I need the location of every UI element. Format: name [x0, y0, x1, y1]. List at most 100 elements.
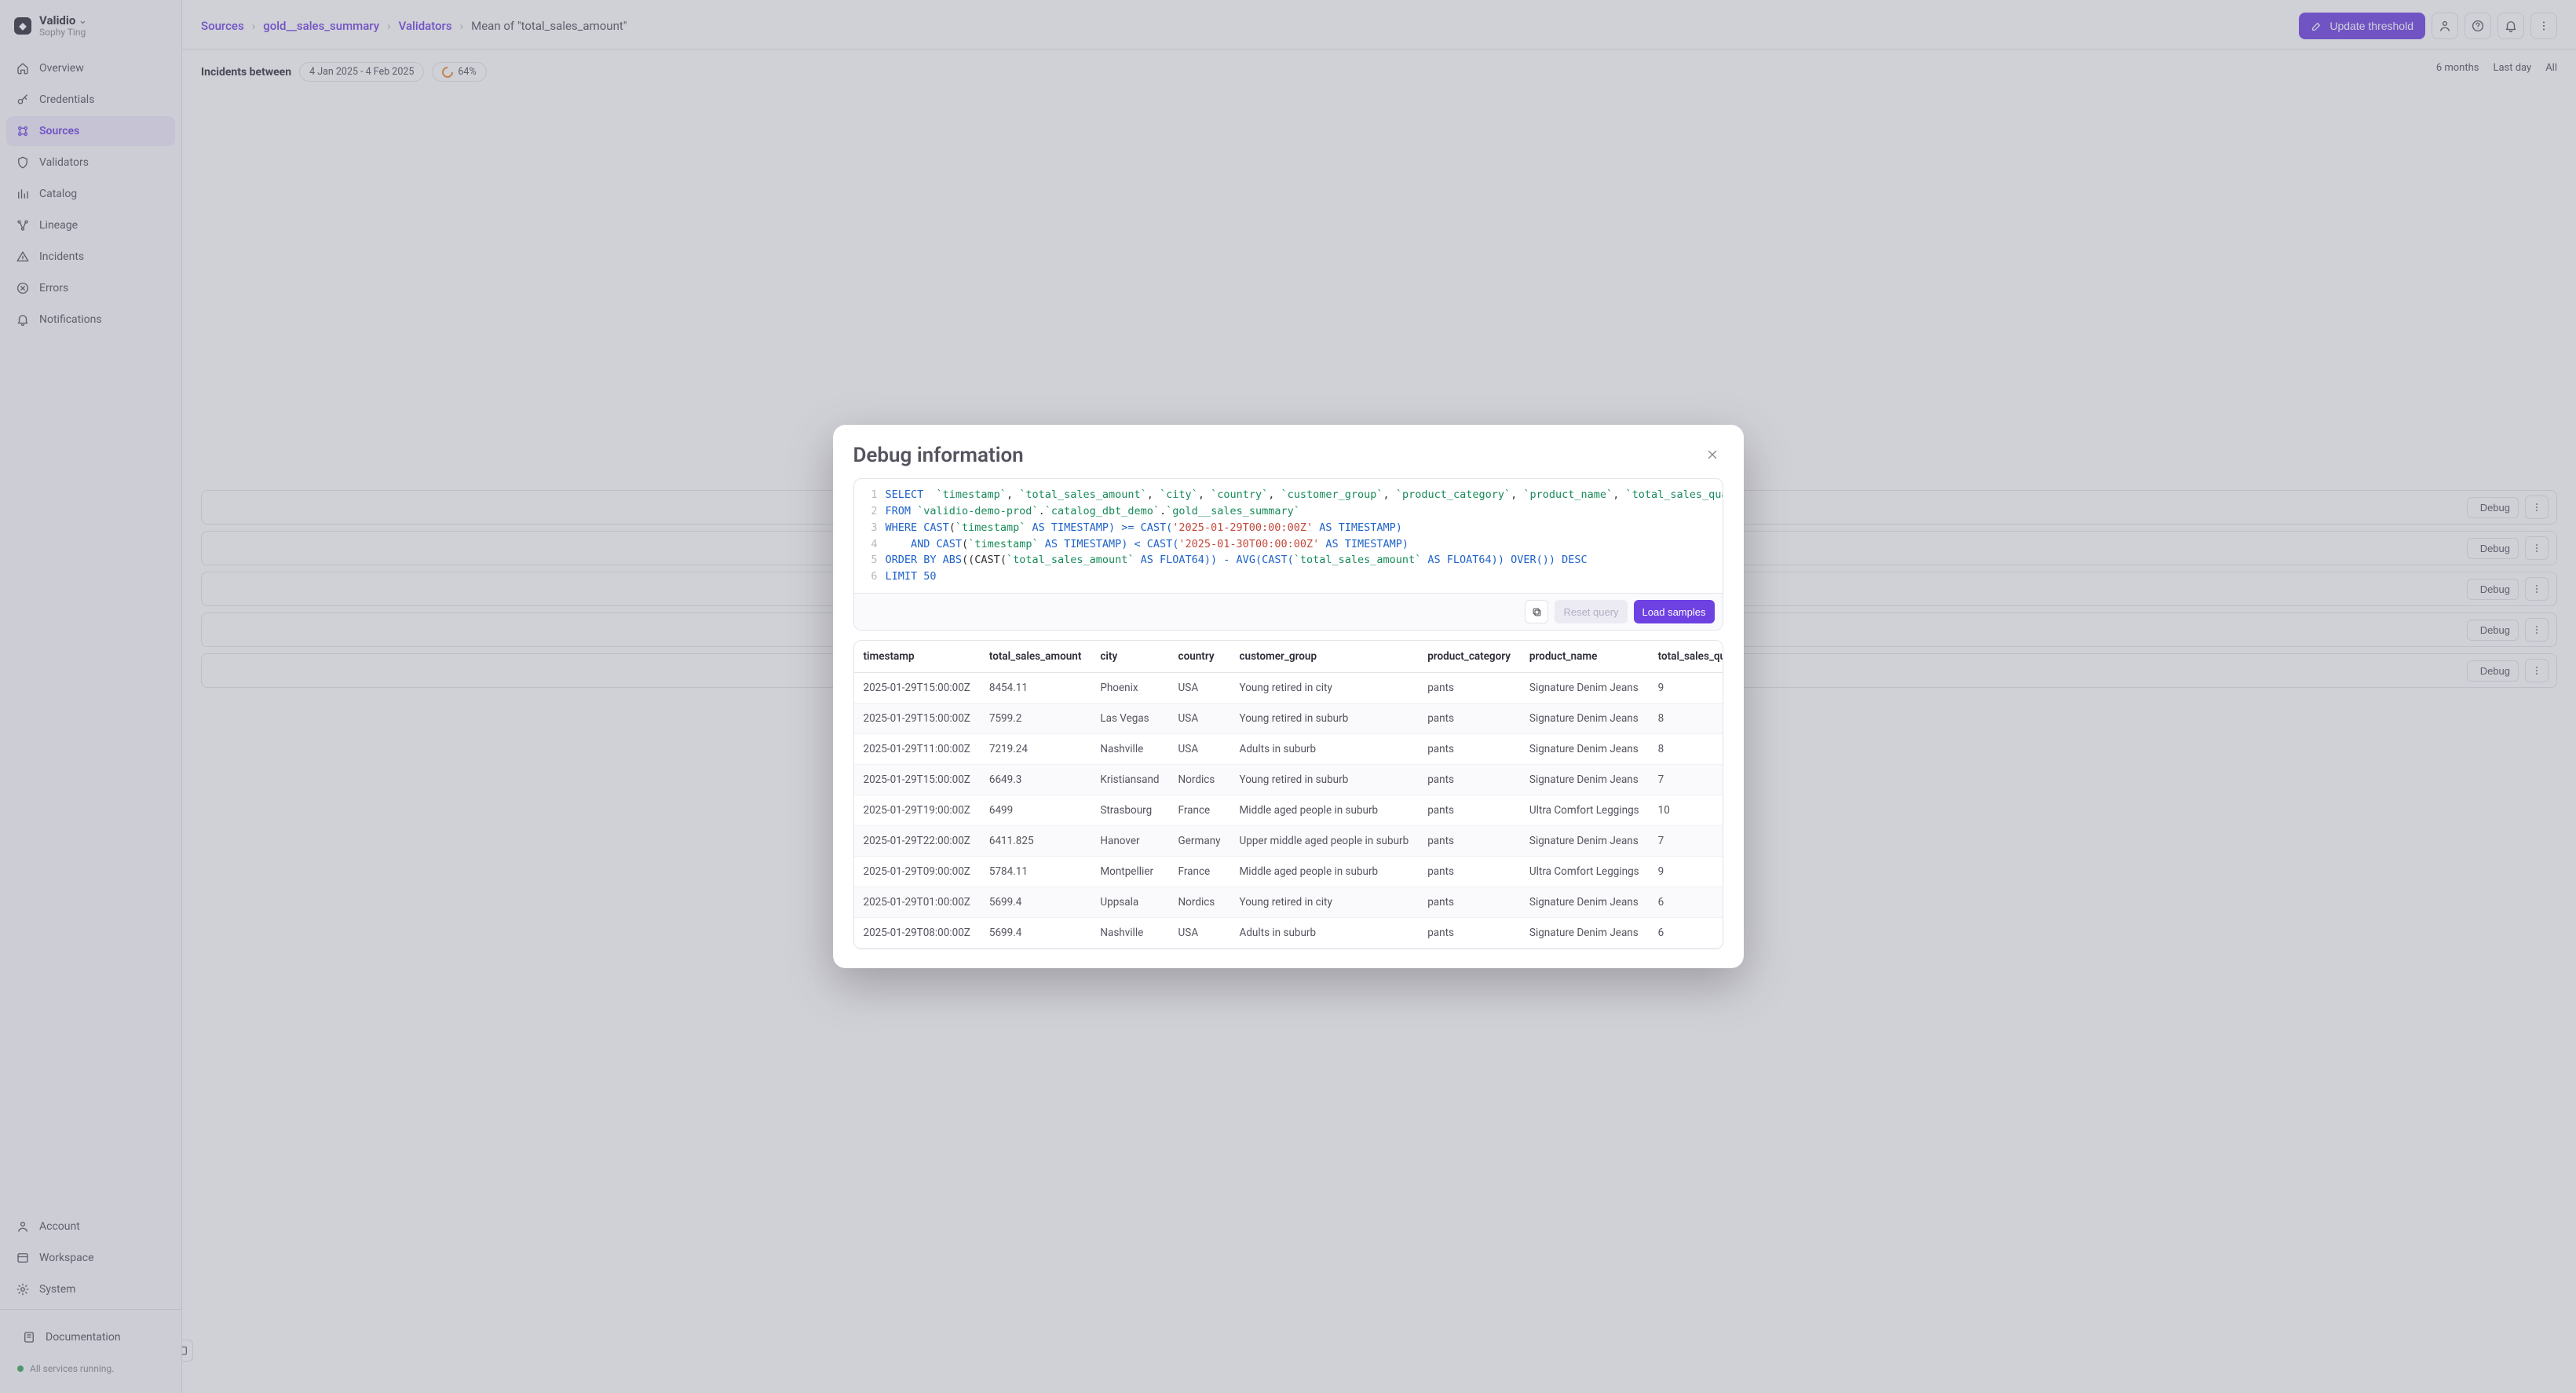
table-cell: 7599.2: [980, 704, 1091, 734]
table-cell: 2025-01-29T15:00:00Z: [854, 673, 980, 704]
table-cell: 2025-01-29T15:00:00Z: [854, 704, 980, 734]
table-cell: 2025-01-29T11:00:00Z: [854, 734, 980, 765]
load-samples-button[interactable]: Load samples: [1634, 600, 1715, 623]
close-button[interactable]: [1701, 444, 1723, 466]
table-cell: Young retired in city: [1230, 887, 1419, 918]
reset-query-button: Reset query: [1555, 600, 1627, 623]
column-header[interactable]: product_category: [1418, 641, 1520, 673]
table-cell: 2025-01-29T15:00:00Z: [854, 765, 980, 795]
table-cell: USA: [1169, 704, 1230, 734]
table-cell: 9: [1649, 857, 1723, 887]
table-cell: Signature Denim Jeans: [1520, 734, 1649, 765]
table-cell: Young retired in suburb: [1230, 765, 1419, 795]
table-cell: 6649.3: [980, 765, 1091, 795]
samples-table: timestamptotal_sales_amountcitycountrycu…: [854, 641, 1723, 949]
table-cell: Young retired in suburb: [1230, 704, 1419, 734]
table-cell: 7219.24: [980, 734, 1091, 765]
table-row[interactable]: 2025-01-29T11:00:00Z7219.24NashvilleUSAA…: [854, 734, 1723, 765]
table-cell: pants: [1418, 734, 1520, 765]
table-cell: Signature Denim Jeans: [1520, 887, 1649, 918]
sql-editor[interactable]: 1SELECT `timestamp`, `total_sales_amount…: [853, 478, 1723, 631]
table-cell: pants: [1418, 918, 1520, 949]
table-cell: pants: [1418, 826, 1520, 857]
table-cell: 6: [1649, 918, 1723, 949]
table-cell: USA: [1169, 734, 1230, 765]
table-row[interactable]: 2025-01-29T15:00:00Z6649.3KristiansandNo…: [854, 765, 1723, 795]
column-header[interactable]: total_sales_amount: [980, 641, 1091, 673]
table-row[interactable]: 2025-01-29T15:00:00Z7599.2Las VegasUSAYo…: [854, 704, 1723, 734]
table-cell: Upper middle aged people in suburb: [1230, 826, 1419, 857]
table-cell: pants: [1418, 673, 1520, 704]
table-cell: 8454.11: [980, 673, 1091, 704]
table-cell: Signature Denim Jeans: [1520, 826, 1649, 857]
table-cell: 8: [1649, 704, 1723, 734]
table-cell: Middle aged people in suburb: [1230, 857, 1419, 887]
table-cell: pants: [1418, 887, 1520, 918]
table-cell: Montpellier: [1091, 857, 1168, 887]
table-cell: France: [1169, 795, 1230, 826]
table-cell: Adults in suburb: [1230, 918, 1419, 949]
modal-title: Debug information: [853, 444, 1024, 467]
table-cell: Nashville: [1091, 734, 1168, 765]
table-cell: Signature Denim Jeans: [1520, 704, 1649, 734]
debug-modal: Debug information 1SELECT `timestamp`, `…: [833, 425, 1744, 969]
table-cell: 7: [1649, 765, 1723, 795]
table-cell: Adults in suburb: [1230, 734, 1419, 765]
table-cell: USA: [1169, 918, 1230, 949]
column-header[interactable]: total_sales_quantity: [1649, 641, 1723, 673]
sql-content: 1SELECT `timestamp`, `total_sales_amount…: [854, 479, 1723, 594]
table-cell: Germany: [1169, 826, 1230, 857]
table-cell: 2025-01-29T19:00:00Z: [854, 795, 980, 826]
table-cell: 8: [1649, 734, 1723, 765]
table-cell: 5699.4: [980, 918, 1091, 949]
table-cell: pants: [1418, 857, 1520, 887]
table-cell: Nordics: [1169, 887, 1230, 918]
table-cell: pants: [1418, 795, 1520, 826]
table-cell: 6411.825: [980, 826, 1091, 857]
table-cell: 5699.4: [980, 887, 1091, 918]
table-cell: pants: [1418, 704, 1520, 734]
column-header[interactable]: product_name: [1520, 641, 1649, 673]
table-cell: 5784.11: [980, 857, 1091, 887]
table-cell: USA: [1169, 673, 1230, 704]
table-cell: Ultra Comfort Leggings: [1520, 795, 1649, 826]
table-cell: Las Vegas: [1091, 704, 1168, 734]
table-cell: 2025-01-29T22:00:00Z: [854, 826, 980, 857]
table-cell: 2025-01-29T09:00:00Z: [854, 857, 980, 887]
table-cell: 6: [1649, 887, 1723, 918]
table-row[interactable]: 2025-01-29T15:00:00Z8454.11PhoenixUSAYou…: [854, 673, 1723, 704]
table-cell: 6499: [980, 795, 1091, 826]
table-cell: 2025-01-29T01:00:00Z: [854, 887, 980, 918]
table-cell: 2025-01-29T08:00:00Z: [854, 918, 980, 949]
table-cell: 9: [1649, 673, 1723, 704]
column-header[interactable]: country: [1169, 641, 1230, 673]
column-header[interactable]: city: [1091, 641, 1168, 673]
table-cell: Signature Denim Jeans: [1520, 918, 1649, 949]
table-cell: pants: [1418, 765, 1520, 795]
table-cell: Nashville: [1091, 918, 1168, 949]
table-row[interactable]: 2025-01-29T01:00:00Z5699.4UppsalaNordics…: [854, 887, 1723, 918]
modal-overlay[interactable]: Debug information 1SELECT `timestamp`, `…: [0, 0, 2576, 1393]
copy-query-button[interactable]: [1525, 600, 1548, 623]
table-cell: Uppsala: [1091, 887, 1168, 918]
table-cell: France: [1169, 857, 1230, 887]
table-cell: Nordics: [1169, 765, 1230, 795]
table-cell: Hanover: [1091, 826, 1168, 857]
table-cell: Phoenix: [1091, 673, 1168, 704]
column-header[interactable]: timestamp: [854, 641, 980, 673]
table-row[interactable]: 2025-01-29T19:00:00Z6499StrasbourgFrance…: [854, 795, 1723, 826]
sql-actions: Reset query Load samples: [854, 593, 1723, 630]
table-cell: 10: [1649, 795, 1723, 826]
table-cell: Strasbourg: [1091, 795, 1168, 826]
table-row[interactable]: 2025-01-29T09:00:00Z5784.11MontpellierFr…: [854, 857, 1723, 887]
column-header[interactable]: customer_group: [1230, 641, 1419, 673]
table-row[interactable]: 2025-01-29T08:00:00Z5699.4NashvilleUSAAd…: [854, 918, 1723, 949]
table-row[interactable]: 2025-01-29T22:00:00Z6411.825HanoverGerma…: [854, 826, 1723, 857]
samples-table-wrap: timestamptotal_sales_amountcitycountrycu…: [853, 640, 1723, 949]
table-cell: Ultra Comfort Leggings: [1520, 857, 1649, 887]
table-cell: Kristiansand: [1091, 765, 1168, 795]
table-cell: Signature Denim Jeans: [1520, 673, 1649, 704]
table-cell: 7: [1649, 826, 1723, 857]
samples-table-scroll[interactable]: timestamptotal_sales_amountcitycountrycu…: [854, 641, 1723, 949]
table-cell: Middle aged people in suburb: [1230, 795, 1419, 826]
